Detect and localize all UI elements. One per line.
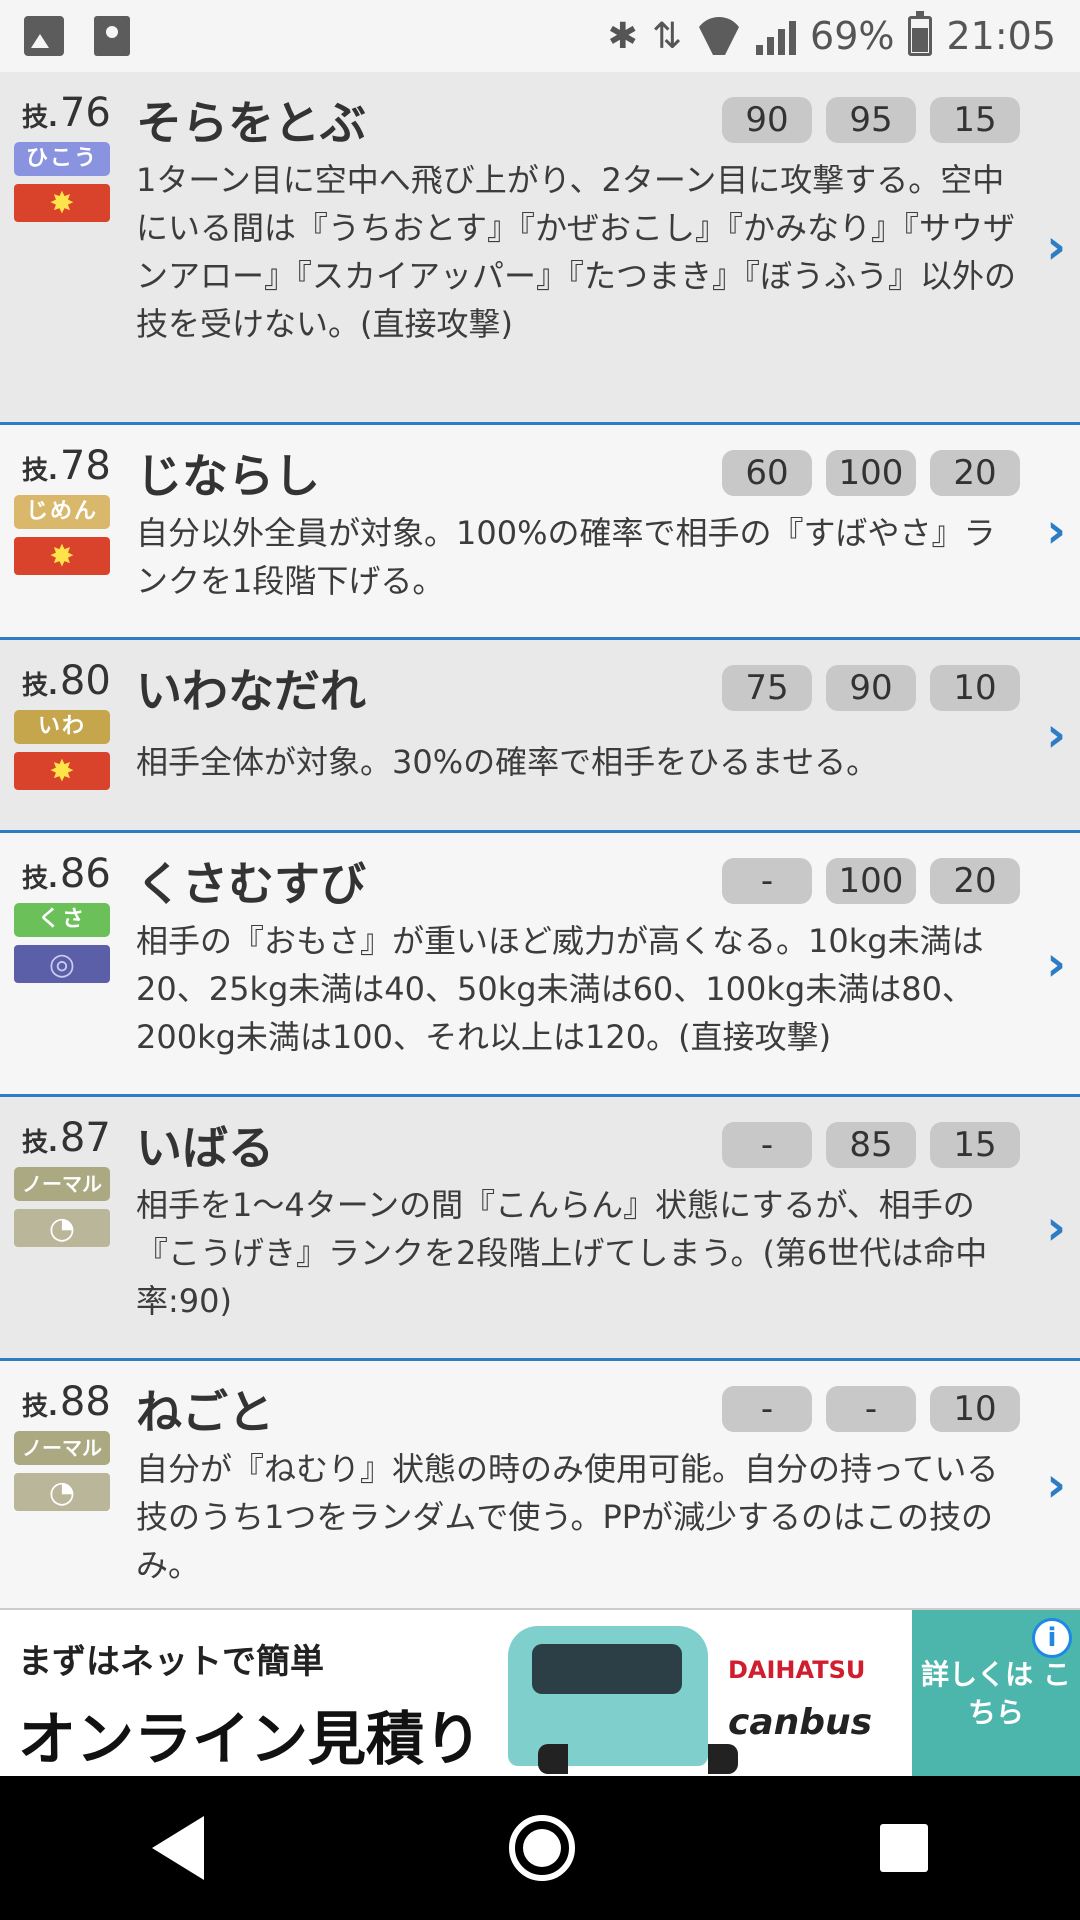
move-description: 自分が『ねむり』状態の時のみ使用可能。自分の持っている技のうち1つをランダムで使… (136, 1450, 999, 1584)
move-number: 技. 88 (22, 1379, 111, 1425)
power-stat: 75 (722, 665, 812, 711)
move-stats: 90 95 15 (722, 97, 1020, 143)
pp-stat: 15 (930, 1122, 1020, 1168)
type-badge: くさ (14, 903, 110, 937)
move-name: いわなだれ (136, 664, 366, 718)
type-badge: じめん (14, 495, 110, 529)
status-bar: ✱ ⇅ 69% 21:05 (0, 0, 1080, 72)
power-stat: - (722, 858, 812, 904)
power-stat: 90 (722, 97, 812, 143)
move-name: くさむすび (136, 857, 366, 911)
move-number: 技. 86 (22, 851, 111, 897)
product-logo: canbus (728, 1702, 873, 1743)
physical-category-icon: ✸ (14, 537, 110, 575)
move-number: 技. 76 (22, 90, 111, 136)
type-badge: ノーマル (14, 1167, 110, 1201)
move-row[interactable]: 技. 88 ノーマル ◔ ねごと - - 10 自分が『ねむり』状態の時のみ使用可… (0, 1361, 1080, 1608)
accuracy-stat: 90 (826, 665, 916, 711)
power-stat: 60 (722, 450, 812, 496)
type-badge: ノーマル (14, 1431, 110, 1465)
signal-icon (756, 17, 797, 55)
ad-banner[interactable]: まずはネットで簡単 オンライン見積り DAIHATSU canbus 詳しくは … (0, 1608, 1080, 1778)
chevron-right-icon[interactable]: › (1046, 219, 1066, 275)
move-stats: - 85 15 (722, 1122, 1020, 1168)
move-stats: - - 10 (722, 1386, 1020, 1432)
move-list: 技. 76 ひこう ✸ そらをとぶ 90 95 15 1ターン目に空中へ飛び上がり… (0, 72, 1080, 1608)
status-category-icon: ◔ (14, 1473, 110, 1511)
data-icon: ⇅ (651, 15, 683, 57)
battery-percent: 69% (810, 14, 895, 58)
accuracy-stat: - (826, 1386, 916, 1432)
move-row[interactable]: 技. 86 くさ ◎ くさむすび - 100 20 相手の『おもさ』が重いほど威力… (0, 833, 1080, 1097)
wifi-icon (696, 17, 742, 55)
chevron-right-icon[interactable]: › (1046, 1200, 1066, 1256)
navigation-bar (0, 1776, 1080, 1920)
special-category-icon: ◎ (14, 945, 110, 983)
accuracy-stat: 100 (826, 858, 916, 904)
pp-stat: 10 (930, 1386, 1020, 1432)
battery-icon (908, 11, 933, 56)
move-row[interactable]: 技. 76 ひこう ✸ そらをとぶ 90 95 15 1ターン目に空中へ飛び上がり… (0, 72, 1080, 425)
chevron-right-icon[interactable]: › (1046, 707, 1066, 763)
move-stats: 60 100 20 (722, 450, 1020, 496)
move-description: 1ターン目に空中へ飛び上がり、2ターン目に攻撃する。空中にいる間は『うちおとす』… (136, 161, 1017, 343)
gallery-icon (24, 16, 64, 56)
type-badge: ひこう (14, 142, 110, 176)
move-name: そらをとぶ (136, 96, 366, 150)
accuracy-stat: 95 (826, 97, 916, 143)
type-badge: いわ (14, 710, 110, 744)
pp-stat: 20 (930, 450, 1020, 496)
move-row[interactable]: 技. 78 じめん ✸ じならし 60 100 20 自分以外全員が対象。100%… (0, 425, 1080, 640)
move-number: 技. 80 (22, 658, 111, 704)
move-description: 自分以外全員が対象。100%の確率で相手の『すばやさ』ランクを1段階下げる。 (136, 514, 996, 600)
status-category-icon: ◔ (14, 1209, 110, 1247)
power-stat: - (722, 1122, 812, 1168)
pp-stat: 15 (930, 97, 1020, 143)
move-description: 相手全体が対象。30%の確率で相手をひるませる。 (136, 743, 879, 781)
move-row[interactable]: 技. 80 いわ ✸ いわなだれ 75 90 10 相手全体が対象。30%の確率で… (0, 640, 1080, 833)
home-icon[interactable] (508, 1815, 575, 1881)
pp-stat: 20 (930, 858, 1020, 904)
move-description: 相手の『おもさ』が重いほど威力が高くなる。10kg未満は20、25kg未満は40… (136, 922, 984, 1056)
move-name: じならし (136, 449, 320, 503)
move-number: 技. 87 (22, 1115, 111, 1161)
ad-headline: まずはネットで簡単 (18, 1642, 324, 1682)
accuracy-stat: 100 (826, 450, 916, 496)
back-icon[interactable] (152, 1816, 205, 1880)
accuracy-stat: 85 (826, 1122, 916, 1168)
ad-title: オンライン見積り (18, 1705, 483, 1773)
physical-category-icon: ✸ (14, 184, 110, 222)
chevron-right-icon[interactable]: › (1046, 503, 1066, 559)
move-name: いばる (136, 1121, 274, 1175)
clock: 21:05 (946, 14, 1056, 58)
move-row[interactable]: 技. 87 ノーマル ◔ いばる - 85 15 相手を1〜4ターンの間『こんらん… (0, 1097, 1080, 1361)
power-stat: - (722, 1386, 812, 1432)
physical-category-icon: ✸ (14, 752, 110, 790)
brand-logo: DAIHATSU (728, 1656, 866, 1684)
pp-stat: 10 (930, 665, 1020, 711)
car-image (508, 1626, 738, 1774)
recent-apps-icon[interactable] (879, 1824, 928, 1872)
bluetooth-icon: ✱ (607, 15, 638, 57)
move-description: 相手を1〜4ターンの間『こんらん』状態にするが、相手の『こうげき』ランクを2段階… (136, 1186, 988, 1320)
chevron-right-icon[interactable]: › (1046, 936, 1066, 992)
chevron-right-icon[interactable]: › (1046, 1457, 1066, 1513)
contacts-icon (94, 16, 130, 56)
move-stats: - 100 20 (722, 858, 1020, 904)
move-name: ねごと (136, 1385, 274, 1439)
move-number: 技. 78 (22, 443, 111, 489)
move-stats: 75 90 10 (722, 665, 1020, 711)
ad-info-icon[interactable]: i (1032, 1618, 1072, 1658)
